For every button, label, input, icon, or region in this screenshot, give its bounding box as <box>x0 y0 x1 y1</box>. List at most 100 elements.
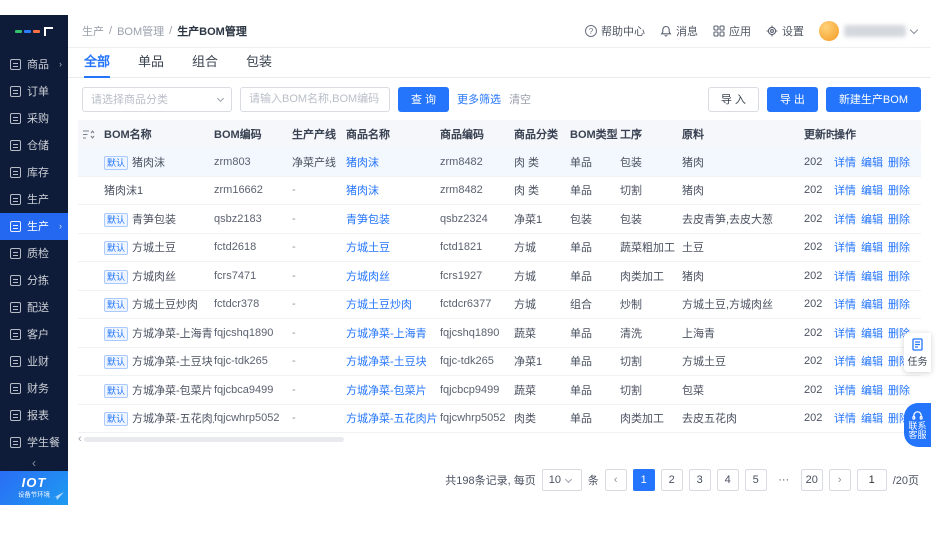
table-row[interactable]: 默认方城净菜-五花肉片fqjcwhrp5052-方城净菜-五花肉片fqjcwhr… <box>78 405 921 433</box>
detail-link[interactable]: 详情 <box>834 356 856 368</box>
delete-link[interactable]: 删除 <box>888 271 910 283</box>
product-link[interactable]: 方城肉丝 <box>346 271 390 283</box>
scroll-left-icon[interactable]: ‹ <box>78 433 82 445</box>
column-settings-icon[interactable] <box>78 129 104 140</box>
product-link[interactable]: 猪肉沫 <box>346 185 379 197</box>
product-link[interactable]: 猪肉沫 <box>346 157 379 169</box>
user-menu[interactable] <box>819 21 919 41</box>
help-center-link[interactable]: ? 帮助中心 <box>585 23 645 39</box>
detail-link[interactable]: 详情 <box>834 385 856 397</box>
page-button[interactable]: 4 <box>716 469 739 491</box>
sidebar-item[interactable]: 库存 <box>0 159 68 186</box>
sidebar-item[interactable]: 财务 <box>0 375 68 402</box>
import-button[interactable]: 导 入 <box>707 86 759 112</box>
export-button[interactable]: 导 出 <box>766 86 818 112</box>
product-link[interactable]: 方城净菜-土豆块 <box>346 356 427 368</box>
product-link[interactable]: 青笋包装 <box>346 214 390 226</box>
product-code-cell: zrm8482 <box>440 184 483 197</box>
edit-link[interactable]: 编辑 <box>861 299 883 311</box>
product-link[interactable]: 方城净菜-五花肉片 <box>346 413 438 425</box>
delete-link[interactable]: 删除 <box>888 242 910 254</box>
edit-link[interactable]: 编辑 <box>861 271 883 283</box>
create-bom-button[interactable]: 新建生产BOM <box>825 86 921 112</box>
table-row[interactable]: 默认 方城肉丝 fcrs7471- 方城肉丝 fcrs1927 方城 单品 肉类加工 猪肉 202… <box>78 262 921 291</box>
page-button[interactable]: 1 <box>632 469 655 491</box>
page-size-select[interactable]: 10 <box>541 469 582 491</box>
tab[interactable]: 包装 <box>246 51 272 77</box>
settings-link[interactable]: 设置 <box>766 23 804 39</box>
scrollbar-thumb[interactable] <box>83 436 344 442</box>
sidebar-item[interactable]: 业财 <box>0 348 68 375</box>
delete-link[interactable]: 删除 <box>888 185 910 197</box>
edit-link[interactable]: 编辑 <box>861 413 883 425</box>
edit-link[interactable]: 编辑 <box>861 214 883 226</box>
detail-link[interactable]: 详情 <box>834 242 856 254</box>
product-link[interactable]: 方城净菜-上海青 <box>346 328 427 340</box>
sidebar-item[interactable]: 分拣 <box>0 267 68 294</box>
product-link[interactable]: 方城净菜-包菜片 <box>346 385 427 397</box>
sidebar-item[interactable]: 学生餐 <box>0 429 68 456</box>
next-page-button[interactable]: › <box>828 469 851 491</box>
edit-link[interactable]: 编辑 <box>861 242 883 254</box>
page-button[interactable]: 2 <box>660 469 683 491</box>
category-select[interactable]: 请选择商品分类 <box>82 86 232 112</box>
edit-link[interactable]: 编辑 <box>861 328 883 340</box>
tab[interactable]: 单品 <box>138 51 164 77</box>
delete-link[interactable]: 删除 <box>888 299 910 311</box>
keyword-input[interactable] <box>240 86 390 112</box>
table-row[interactable]: 默认 方城净菜-土豆块 fqjc-tdk265- 方城净菜-土豆块 fqjc-tdk26… <box>78 348 921 376</box>
sidebar-item[interactable]: 仓储 <box>0 132 68 159</box>
detail-link[interactable]: 详情 <box>834 271 856 283</box>
edit-link[interactable]: 编辑 <box>861 157 883 169</box>
detail-link[interactable]: 详情 <box>834 413 856 425</box>
page-button[interactable]: 5 <box>744 469 767 491</box>
horizontal-scrollbar[interactable]: ‹ <box>78 433 921 445</box>
detail-link[interactable]: 详情 <box>834 157 856 169</box>
sidebar-item[interactable]: 配送 <box>0 294 68 321</box>
clear-filters-link[interactable]: 清空 <box>509 91 531 107</box>
edit-link[interactable]: 编辑 <box>861 356 883 368</box>
detail-link[interactable]: 详情 <box>834 328 856 340</box>
tab[interactable]: 组合 <box>192 51 218 77</box>
delete-link[interactable]: 删除 <box>888 157 910 169</box>
contact-support-widget[interactable]: 联系客服 <box>904 403 931 447</box>
table-row[interactable]: 默认 青笋包装 qsbz2183- 青笋包装 qsbz2324 净菜1 包装 包装 去皮青笋,去… <box>78 205 921 234</box>
search-button[interactable]: 查 询 <box>398 86 450 112</box>
table-row[interactable]: 默认 方城土豆炒肉 fctdcr378- 方城土豆炒肉 fctdcr6377 方城 组合 炒制… <box>78 291 921 319</box>
messages-link[interactable]: 消息 <box>660 23 698 39</box>
detail-link[interactable]: 详情 <box>834 185 856 197</box>
breadcrumb-item[interactable]: 生产 <box>82 23 104 39</box>
apps-link[interactable]: 应用 <box>713 23 751 39</box>
tab[interactable]: 全部 <box>84 51 111 78</box>
tasks-widget[interactable]: 任务 <box>904 333 931 372</box>
sidebar-item[interactable]: 生产 › <box>0 212 68 240</box>
product-link[interactable]: 方城土豆 <box>346 242 390 254</box>
edit-link[interactable]: 编辑 <box>861 185 883 197</box>
page-jump-input[interactable] <box>856 469 887 491</box>
sidebar-collapse-icon[interactable]: ‹ <box>0 456 68 471</box>
detail-link[interactable]: 详情 <box>834 214 856 226</box>
sidebar-item[interactable]: 采购 <box>0 105 68 132</box>
breadcrumb-item[interactable]: BOM管理 <box>117 23 164 39</box>
sidebar-item[interactable]: 订单 <box>0 78 68 105</box>
table-row[interactable]: 默认 方城净菜-上海青 fqjcshq1890- 方城净菜-上海青 fqjcshq189… <box>78 319 921 348</box>
sidebar-item[interactable]: 客户 <box>0 321 68 348</box>
table-row[interactable]: 默认 猪肉沫 zrm803 净菜产线 猪肉沫 zrm8482 肉 类单品 包装 猪肉 202 详情编… <box>78 148 921 177</box>
delete-link[interactable]: 删除 <box>888 385 910 397</box>
sidebar-item[interactable]: 报表 <box>0 402 68 429</box>
page-button[interactable]: 20 <box>800 469 823 491</box>
table-row[interactable]: 猪肉沫1 zrm16662 - 猪肉沫 zrm8482 肉 类 单品 切割 猪肉 202 详情 编辑删… <box>78 177 921 205</box>
table-row[interactable]: 默认 方城净菜-包菜片 fqjcbca9499- 方城净菜-包菜片 fqjcbcp949… <box>78 376 921 405</box>
prev-page-button[interactable]: ‹ <box>604 469 627 491</box>
more-filters-link[interactable]: 更多筛选 <box>457 91 501 107</box>
detail-link[interactable]: 详情 <box>834 299 856 311</box>
page-button[interactable]: 3 <box>688 469 711 491</box>
edit-link[interactable]: 编辑 <box>861 385 883 397</box>
sidebar-item[interactable]: 生产 <box>0 186 68 213</box>
sidebar-item[interactable]: 质检 <box>0 240 68 267</box>
page-size-unit: 条 <box>587 475 599 487</box>
sidebar-item[interactable]: 商品 › <box>0 51 68 78</box>
product-link[interactable]: 方城土豆炒肉 <box>346 299 412 311</box>
delete-link[interactable]: 删除 <box>888 214 910 226</box>
table-row[interactable]: 默认 方城土豆 fctd2618- 方城土豆 fctd1821 方城 单品 蔬菜粗加工 土豆 20… <box>78 234 921 262</box>
